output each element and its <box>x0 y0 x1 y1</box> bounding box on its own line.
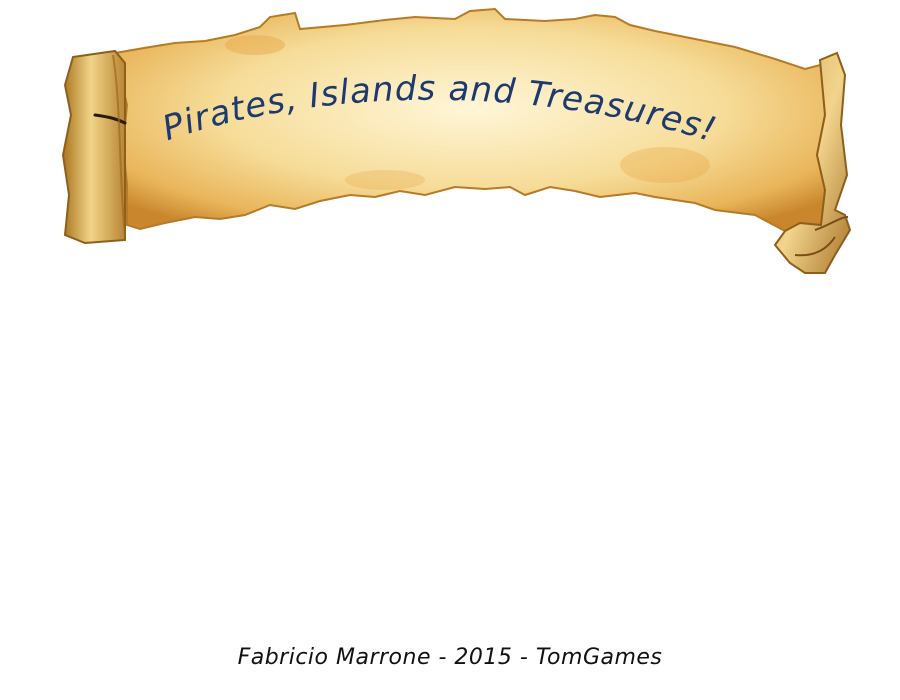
parchment-scroll-banner: Pirates, Islands and Treasures! <box>55 5 855 280</box>
parchment-stain <box>620 147 710 183</box>
title-screen: Pirates, Islands and Treasures! Fabricio… <box>0 0 900 700</box>
parchment-stain <box>345 170 425 190</box>
parchment-scroll-graphic <box>61 7 852 274</box>
parchment-body <box>113 7 829 233</box>
credits-text: Fabricio Marrone - 2015 - TomGames <box>237 645 663 670</box>
parchment-stain <box>225 35 285 55</box>
